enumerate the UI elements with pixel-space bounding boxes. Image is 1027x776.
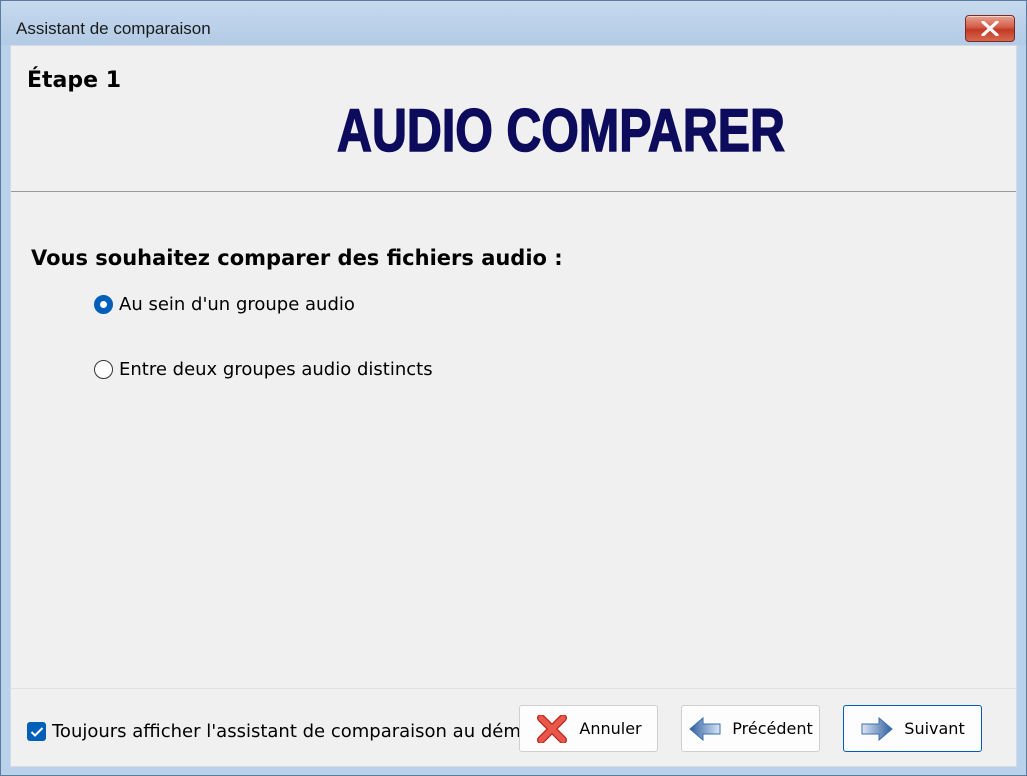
radio-button-unselected[interactable] — [94, 359, 113, 379]
close-button[interactable] — [965, 15, 1015, 42]
option-label[interactable]: Au sein d'un groupe audio — [119, 294, 355, 315]
always-show-checkbox[interactable] — [27, 721, 46, 741]
wizard-client-area: Étape 1 AUDIO COMPARER Vous souhaitez co… — [10, 45, 1017, 767]
always-show-checkbox-row[interactable]: Toujours afficher l'assistant de compara… — [27, 719, 519, 743]
cancel-label: Annuler — [579, 719, 642, 738]
option-two-groups[interactable]: Entre deux groupes audio distincts — [94, 357, 433, 381]
always-show-label[interactable]: Toujours afficher l'assistant de compara… — [52, 721, 519, 742]
red-x-icon — [537, 714, 568, 743]
audio-comparer-logo: AUDIO COMPARER — [336, 96, 786, 165]
arrow-left-icon — [689, 716, 721, 741]
radio-button-selected[interactable] — [94, 294, 113, 314]
step-label: Étape 1 — [27, 68, 122, 93]
previous-label: Précédent — [732, 719, 813, 738]
close-icon — [981, 21, 999, 36]
wizard-footer: Toujours afficher l'assistant de compara… — [11, 688, 1016, 766]
question-heading: Vous souhaitez comparer des fichiers aud… — [31, 246, 563, 270]
option-same-group[interactable]: Au sein d'un groupe audio — [94, 292, 355, 316]
next-label: Suivant — [904, 719, 965, 738]
previous-button[interactable]: Précédent — [681, 705, 820, 752]
option-label[interactable]: Entre deux groupes audio distincts — [119, 359, 433, 380]
wizard-window: Assistant de comparaison Étape 1 AUDIO C… — [0, 0, 1027, 776]
window-title: Assistant de comparaison — [16, 19, 211, 38]
checkmark-icon — [30, 726, 44, 737]
title-bar[interactable]: Assistant de comparaison — [1, 1, 1026, 45]
next-button[interactable]: Suivant — [843, 705, 982, 752]
arrow-right-icon — [861, 716, 894, 741]
cancel-button[interactable]: Annuler — [519, 705, 658, 752]
logo-text: AUDIO COMPARER — [337, 97, 785, 164]
wizard-header: Étape 1 AUDIO COMPARER — [11, 46, 1016, 192]
